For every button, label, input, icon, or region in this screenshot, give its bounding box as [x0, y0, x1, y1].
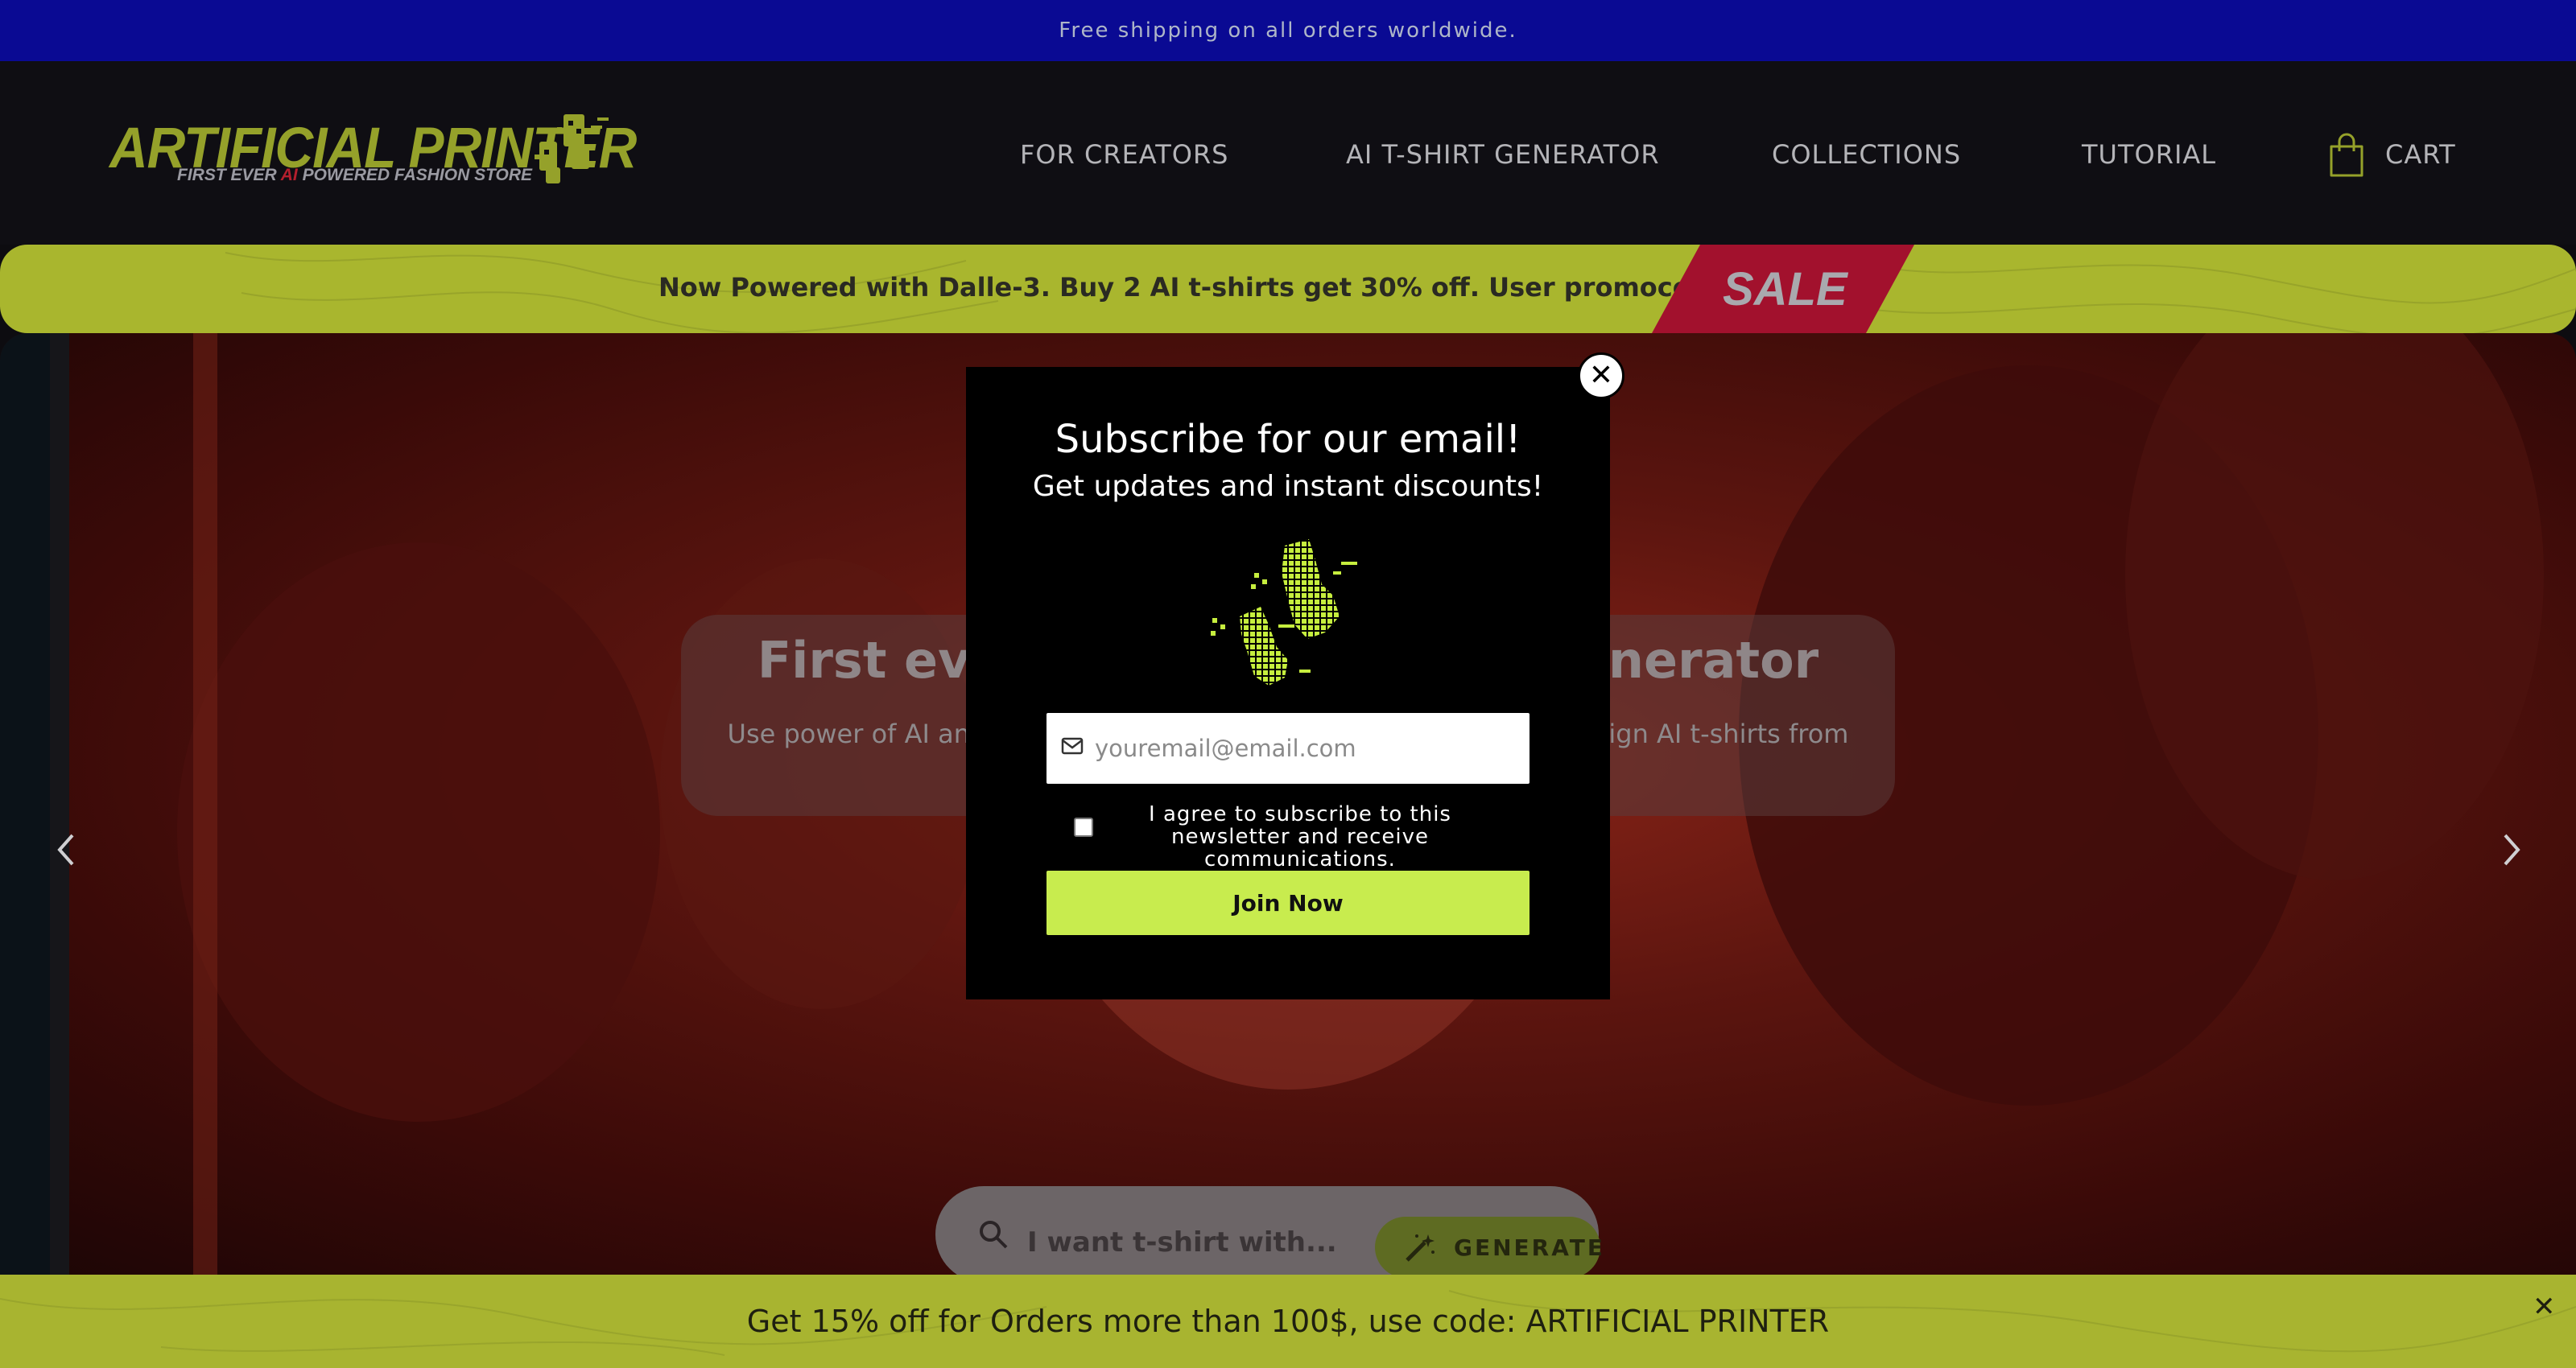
nav-tutorial[interactable]: TUTORIAL [2082, 139, 2216, 170]
nav-collections[interactable]: COLLECTIONS [1772, 139, 1961, 170]
generator-search-placeholder[interactable]: I want t-shirt with... [1027, 1226, 1337, 1259]
search-icon [980, 1221, 1008, 1249]
sale-label: SALE [1723, 263, 1847, 315]
nav-ai-tshirt-generator[interactable]: AI T-SHIRT GENERATOR [1346, 139, 1660, 170]
announcement-bar: Free shipping on all orders worldwide. [0, 0, 2576, 61]
modal-close-button[interactable]: ✕ [1578, 352, 1624, 399]
logo[interactable]: ARTIFICIAL PRINTER [109, 114, 637, 203]
pixel-sneakers-icon [1211, 539, 1357, 686]
logo-tagline-ai: AI [280, 166, 298, 184]
magic-wand-icon [1406, 1234, 1435, 1262]
modal-title: Subscribe for our email! [1055, 417, 1521, 462]
envelope-icon [1061, 737, 1084, 755]
email-input[interactable] [1095, 723, 1518, 774]
agree-label: I agree to subscribe to this newsletter … [1149, 802, 1451, 871]
discount-bar: Get 15% off for Orders more than 100$, u… [0, 1275, 2576, 1368]
logo-tagline-part2: POWERED FASHION STORE [297, 166, 533, 184]
promo-text: Now Powered with Dalle-3. Buy 2 AI t-shi… [658, 272, 1838, 303]
logo-mark-icon [535, 114, 609, 183]
logo-tagline-part1: FIRST EVER [177, 166, 281, 184]
chevron-right-icon[interactable] [2496, 826, 2528, 874]
announcement-text: Free shipping on all orders worldwide. [1059, 19, 1517, 43]
logo-tagline: FIRST EVER AI POWERED FASHION STORE [177, 166, 532, 185]
modal-subtitle: Get updates and instant discounts! [1032, 470, 1544, 503]
shopping-bag-icon[interactable] [2328, 132, 2365, 179]
nav-for-creators[interactable]: FOR CREATORS [1020, 139, 1228, 170]
promo-banner[interactable]: Now Powered with Dalle-3. Buy 2 AI t-shi… [0, 245, 2576, 333]
chevron-left-icon[interactable] [50, 826, 82, 874]
discount-text: Get 15% off for Orders more than 100$, u… [746, 1304, 1830, 1339]
nav-cart[interactable]: CART [2385, 139, 2456, 170]
close-icon[interactable]: ✕ [2533, 1291, 2556, 1323]
join-now-button[interactable]: Join Now [1046, 871, 1530, 935]
agree-checkbox[interactable] [1074, 818, 1093, 837]
generate-label: GENERATE [1454, 1234, 1605, 1261]
